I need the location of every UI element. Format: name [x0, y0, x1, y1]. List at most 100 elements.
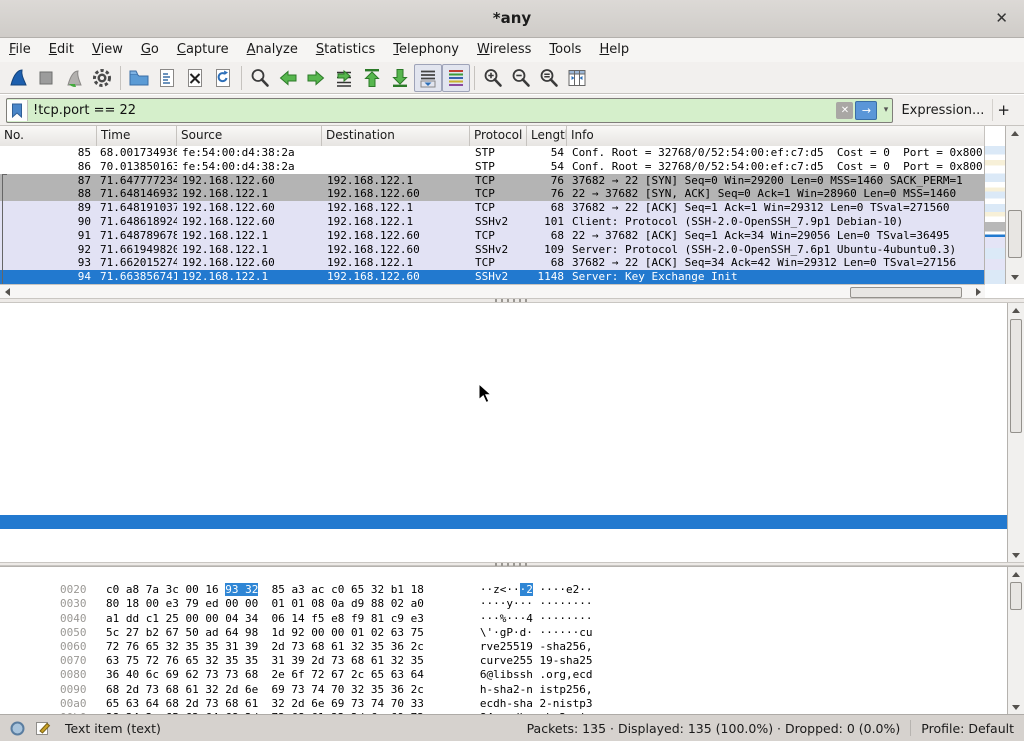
detail-line[interactable]: ▸Options: (12 bytes), No-Operation (NOP)…: [0, 487, 1007, 501]
detail-line[interactable]: [TCP Segment Len: 1080]: [0, 319, 1007, 333]
column-header[interactable]: No.: [0, 126, 97, 146]
menu-item[interactable]: Statistics: [307, 38, 384, 62]
filter-bar: !tcp.port == 22 ✕ → ▾ Expression... +: [0, 95, 1024, 126]
colorize-packets-icon[interactable]: [442, 64, 470, 92]
column-header[interactable]: Destination: [322, 126, 470, 146]
zoom-out-icon[interactable]: [507, 64, 535, 92]
menu-item[interactable]: Wireless: [468, 38, 540, 62]
go-to-packet-icon[interactable]: [330, 64, 358, 92]
detail-line[interactable]: [Window size scaling factor: 128]: [0, 431, 1007, 445]
column-header[interactable]: Protocol: [470, 126, 527, 146]
go-back-icon[interactable]: [274, 64, 302, 92]
scroll-left-icon[interactable]: [0, 285, 14, 298]
detail-line[interactable]: Checksum: 0x79ed [unverified]: [0, 445, 1007, 459]
packet-row[interactable]: 93 71.662015274 192.168.122.60 192.168.1…: [0, 256, 985, 270]
capture-comment-icon[interactable]: [35, 720, 51, 736]
toolbar-separator: [241, 66, 242, 90]
packet-row[interactable]: 92 71.661949820 192.168.122.1 192.168.12…: [0, 243, 985, 257]
detail-line[interactable]: Acknowledgment number: 34 (relative ack …: [0, 361, 1007, 375]
zoom-in-icon[interactable]: [479, 64, 507, 92]
scroll-thumb[interactable]: [1010, 582, 1022, 610]
scroll-thumb[interactable]: [1010, 319, 1022, 433]
hex-bytes: 80 18 00 e3 79 ed 00 00 01 01 08 0a d9 8…: [106, 597, 424, 610]
scroll-up-icon[interactable]: [1008, 303, 1024, 317]
column-header[interactable]: Source: [177, 126, 322, 146]
detail-line[interactable]: [Stream index: 0]: [0, 305, 1007, 319]
column-header[interactable]: Length: [527, 126, 567, 146]
filter-dropdown-icon[interactable]: ▾: [879, 105, 892, 115]
packet-row[interactable]: 86 70.013850163 fe:54:00:d4:38:2a STP 54…: [0, 160, 985, 174]
detail-line[interactable]: [Next sequence number: 1122 (relative se…: [0, 347, 1007, 361]
detail-line[interactable]: [Checksum Status: Unverified]: [0, 459, 1007, 473]
stop-capture-icon[interactable]: [32, 64, 60, 92]
filter-apply-icon[interactable]: →: [855, 101, 877, 120]
capture-options-icon[interactable]: [88, 64, 116, 92]
hex-vscrollbar[interactable]: [1007, 567, 1024, 714]
add-filter-button[interactable]: +: [992, 99, 1018, 121]
detail-line[interactable]: ▸[SEQ/ACK analysis]: [0, 501, 1007, 515]
menu-item[interactable]: Capture: [168, 38, 238, 62]
menu-item[interactable]: Analyze: [238, 38, 307, 62]
filter-bookmark-icon[interactable]: [7, 100, 28, 121]
auto-scroll-icon[interactable]: [414, 64, 442, 92]
find-packet-icon[interactable]: [246, 64, 274, 92]
display-filter-input[interactable]: !tcp.port == 22 ✕ → ▾: [6, 98, 893, 123]
zoom-reset-icon[interactable]: [535, 64, 563, 92]
packet-row[interactable]: 90 71.648618924 192.168.122.60 192.168.1…: [0, 215, 985, 229]
go-forward-icon[interactable]: [302, 64, 330, 92]
scroll-right-icon[interactable]: [971, 285, 985, 298]
main-toolbar: [0, 62, 1024, 94]
profile-text[interactable]: Profile: Default: [921, 721, 1014, 736]
packet-row[interactable]: 87 71.647777234 192.168.122.60 192.168.1…: [0, 174, 985, 188]
scroll-up-icon[interactable]: [1006, 126, 1024, 140]
expression-button[interactable]: Expression...: [901, 103, 984, 118]
hex-row[interactable]: 0020c0 a8 7a 3c 00 16 93 32 85 a3 ac c0 …: [0, 569, 1024, 583]
scroll-thumb[interactable]: [850, 287, 962, 298]
go-first-packet-icon[interactable]: [358, 64, 386, 92]
scroll-down-icon[interactable]: [1006, 270, 1024, 284]
detail-line[interactable]: ▸Flags: 0x018 (PSH, ACK): [0, 389, 1007, 403]
expert-info-icon[interactable]: [10, 721, 25, 736]
detail-line[interactable]: [Calculated window size: 29056]: [0, 417, 1007, 431]
filter-clear-icon[interactable]: ✕: [836, 102, 853, 119]
packet-list-vscrollbar[interactable]: [1005, 126, 1024, 284]
close-file-icon[interactable]: [181, 64, 209, 92]
details-vscrollbar[interactable]: [1007, 303, 1024, 562]
scroll-down-icon[interactable]: [1008, 700, 1024, 714]
menu-item[interactable]: File: [0, 38, 40, 62]
go-last-packet-icon[interactable]: [386, 64, 414, 92]
resize-columns-icon[interactable]: [563, 64, 591, 92]
scroll-up-icon[interactable]: [1008, 567, 1024, 581]
packet-row[interactable]: 88 71.648146932 192.168.122.1 192.168.12…: [0, 187, 985, 201]
detail-line[interactable]: Urgent pointer: 0: [0, 473, 1007, 487]
menu-item[interactable]: Help: [590, 38, 638, 62]
menu-item[interactable]: Telephony: [384, 38, 468, 62]
reload-file-icon[interactable]: [209, 64, 237, 92]
packet-row[interactable]: 89 71.648191037 192.168.122.60 192.168.1…: [0, 201, 985, 215]
detail-line[interactable]: ▸[Timestamps]: [0, 515, 1007, 529]
filter-value[interactable]: !tcp.port == 22: [28, 103, 836, 118]
column-header[interactable]: Info: [567, 126, 985, 146]
detail-line[interactable]: Window size value: 227: [0, 403, 1007, 417]
open-file-icon[interactable]: [125, 64, 153, 92]
menu-item[interactable]: Edit: [40, 38, 83, 62]
save-file-icon[interactable]: [153, 64, 181, 92]
restart-capture-icon[interactable]: [60, 64, 88, 92]
packet-list-hscrollbar[interactable]: [0, 284, 985, 298]
detail-line[interactable]: TCP payload (1080 bytes): [0, 529, 1007, 543]
packet-row[interactable]: 85 68.001734936 fe:54:00:d4:38:2a STP 54…: [0, 146, 985, 160]
detail-line[interactable]: 1000 .... = Header Length: 32 bytes (8): [0, 375, 1007, 389]
close-window-icon[interactable]: ✕: [989, 0, 1014, 37]
menu-item[interactable]: Go: [132, 38, 168, 62]
menu-item[interactable]: Tools: [540, 38, 590, 62]
scroll-thumb[interactable]: [1008, 210, 1022, 258]
detail-line[interactable]: Sequence number: 42 (relative sequence n…: [0, 333, 1007, 347]
menu-item[interactable]: View: [83, 38, 132, 62]
scroll-down-icon[interactable]: [1008, 548, 1024, 562]
column-header[interactable]: Time: [97, 126, 177, 146]
intelligent-scrollbar-minimap[interactable]: [984, 146, 1005, 284]
detail-line[interactable]: ▾SSH Protocol: [0, 543, 1007, 557]
start-capture-icon[interactable]: [4, 64, 32, 92]
packet-row[interactable]: 94 71.663856741 192.168.122.1 192.168.12…: [0, 270, 985, 284]
packet-row[interactable]: 91 71.648789678 192.168.122.1 192.168.12…: [0, 229, 985, 243]
